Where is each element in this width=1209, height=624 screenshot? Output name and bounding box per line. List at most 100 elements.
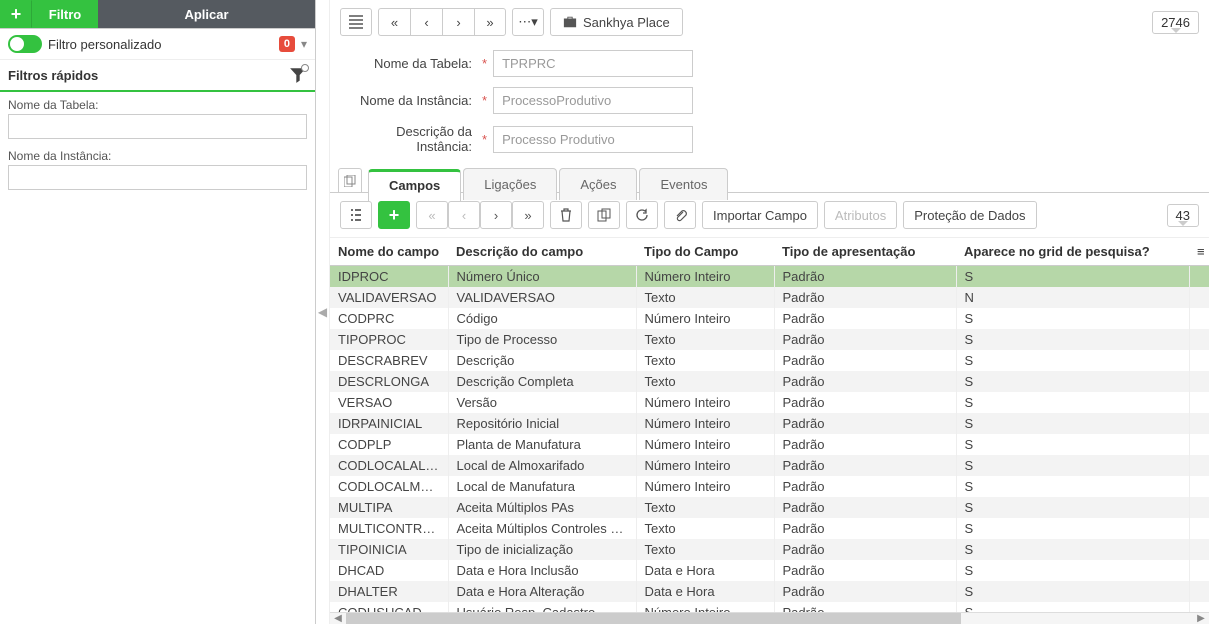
table-cell: VALIDAVERSAO <box>330 287 448 308</box>
aplicar-button[interactable]: Aplicar <box>98 0 315 28</box>
table-cell: Número Inteiro <box>636 476 774 497</box>
column-header[interactable]: Tipo de apresentação <box>774 238 956 266</box>
filter-tabela-input[interactable] <box>8 114 307 139</box>
pane-resize-handle[interactable]: ◀ <box>316 0 330 624</box>
nav-last-icon[interactable]: » <box>474 8 506 36</box>
table-cell: Padrão <box>774 476 956 497</box>
table-row[interactable]: VALIDAVERSAOVALIDAVERSAOTextoPadrãoN <box>330 287 1209 308</box>
table-cell: Padrão <box>774 455 956 476</box>
column-header[interactable]: Aparece no grid de pesquisa? <box>956 238 1189 266</box>
form-descricao-value[interactable]: Processo Produtivo <box>493 126 693 153</box>
nav-group: « ‹ › » <box>378 8 506 36</box>
grid-view-icon[interactable] <box>340 8 372 36</box>
table-row[interactable]: DHALTERData e Hora AlteraçãoData e HoraP… <box>330 581 1209 602</box>
filtro-button[interactable]: Filtro <box>32 0 98 28</box>
sub-nav-next-icon[interactable]: › <box>480 201 512 229</box>
filter-tabela-label: Nome da Tabela: <box>8 98 307 112</box>
table-row[interactable]: CODPLPPlanta de ManufaturaNúmero Inteiro… <box>330 434 1209 455</box>
table-row[interactable]: CODUSUCADUsuário Resp. CadastroNúmero In… <box>330 602 1209 612</box>
grid-wrap[interactable]: Nome do campoDescrição do campoTipo do C… <box>330 238 1209 612</box>
custom-filter-toggle[interactable] <box>8 35 42 53</box>
list-view-icon[interactable] <box>340 201 372 229</box>
table-cell: Padrão <box>774 266 956 288</box>
protecao-dados-button[interactable]: Proteção de Dados <box>903 201 1036 229</box>
table-cell: Padrão <box>774 413 956 434</box>
required-marker: * <box>482 93 487 108</box>
table-row[interactable]: CODLOCALMANULocal de ManufaturaNúmero In… <box>330 476 1209 497</box>
table-cell: Padrão <box>774 392 956 413</box>
add-row-button[interactable]: + <box>378 201 410 229</box>
table-row[interactable]: DESCRLONGADescrição CompletaTextoPadrãoS <box>330 371 1209 392</box>
copy-icon[interactable] <box>338 168 362 192</box>
custom-filter-row: Filtro personalizado 0 ▾ <box>0 29 315 60</box>
sidebar: + Filtro Aplicar Filtro personalizado 0 … <box>0 0 316 624</box>
atributos-button[interactable]: Atributos <box>824 201 897 229</box>
more-actions-icon[interactable]: ⋯▾ <box>512 8 544 36</box>
table-row[interactable]: DHCADData e Hora InclusãoData e HoraPadr… <box>330 560 1209 581</box>
table-cell: MULTICONTROLE <box>330 518 448 539</box>
table-row[interactable]: IDPROCNúmero ÚnicoNúmero InteiroPadrãoS <box>330 266 1209 288</box>
horizontal-scrollbar[interactable]: ◀ ▶ <box>330 612 1209 624</box>
custom-filter-label: Filtro personalizado <box>48 37 161 52</box>
table-cell: Número Inteiro <box>636 308 774 329</box>
table-cell: VERSAO <box>330 392 448 413</box>
briefcase-icon <box>563 15 577 29</box>
table-row[interactable]: CODLOCALALMOXLocal de AlmoxarifadoNúmero… <box>330 455 1209 476</box>
duplicate-icon[interactable] <box>588 201 620 229</box>
table-cell: S <box>956 602 1189 612</box>
table-cell: Padrão <box>774 602 956 612</box>
table-row[interactable]: TIPOPROCTipo de ProcessoTextoPadrãoS <box>330 329 1209 350</box>
table-row[interactable]: TIPOINICIATipo de inicializaçãoTextoPadr… <box>330 539 1209 560</box>
sankhya-place-button[interactable]: Sankhya Place <box>550 8 683 36</box>
attachment-icon[interactable] <box>664 201 696 229</box>
table-cell: Número Inteiro <box>636 602 774 612</box>
table-cell: CODLOCALMANU <box>330 476 448 497</box>
table-row[interactable]: IDRPAINICIALRepositório InicialNúmero In… <box>330 413 1209 434</box>
table-cell: S <box>956 266 1189 288</box>
table-cell: Data e Hora <box>636 560 774 581</box>
column-menu-icon[interactable]: ≡ <box>1189 238 1209 266</box>
column-header[interactable]: Descrição do campo <box>448 238 636 266</box>
table-cell: Número Inteiro <box>636 455 774 476</box>
table-cell: Padrão <box>774 434 956 455</box>
table-row[interactable]: DESCRABREVDescriçãoTextoPadrãoS <box>330 350 1209 371</box>
delete-icon[interactable] <box>550 201 582 229</box>
table-row[interactable]: VERSAOVersãoNúmero InteiroPadrãoS <box>330 392 1209 413</box>
table-cell: S <box>956 434 1189 455</box>
refresh-icon[interactable] <box>626 201 658 229</box>
table-cell: S <box>956 476 1189 497</box>
chevron-down-icon[interactable]: ▾ <box>301 37 307 51</box>
tabs-area: CamposLigaçõesAçõesEventos <box>330 168 1209 193</box>
table-cell: Data e Hora Inclusão <box>448 560 636 581</box>
table-cell: Padrão <box>774 518 956 539</box>
table-cell: Número Inteiro <box>636 413 774 434</box>
funnel-icon[interactable] <box>289 66 307 84</box>
add-filter-button[interactable]: + <box>0 0 32 28</box>
nav-prev-icon[interactable]: ‹ <box>410 8 442 36</box>
table-row[interactable]: MULTICONTROLEAceita Múltiplos Controles … <box>330 518 1209 539</box>
table-cell: MULTIPA <box>330 497 448 518</box>
table-cell: Padrão <box>774 329 956 350</box>
sub-nav-prev-icon[interactable]: ‹ <box>448 201 480 229</box>
form-tabela-value[interactable]: TPRPRC <box>493 50 693 77</box>
table-cell: TIPOINICIA <box>330 539 448 560</box>
table-cell: S <box>956 560 1189 581</box>
sub-nav-first-icon[interactable]: « <box>416 201 448 229</box>
table-row[interactable]: MULTIPAAceita Múltiplos PAsTextoPadrãoS <box>330 497 1209 518</box>
tab-campos[interactable]: Campos <box>368 169 461 201</box>
column-header[interactable]: Nome do campo <box>330 238 448 266</box>
importar-campo-button[interactable]: Importar Campo <box>702 201 818 229</box>
table-row[interactable]: CODPRCCódigoNúmero InteiroPadrãoS <box>330 308 1209 329</box>
sub-nav-last-icon[interactable]: » <box>512 201 544 229</box>
table-cell: Tipo de Processo <box>448 329 636 350</box>
form-instancia-label: Nome da Instância: <box>340 93 480 108</box>
nav-first-icon[interactable]: « <box>378 8 410 36</box>
table-cell: Padrão <box>774 497 956 518</box>
table-cell: Padrão <box>774 308 956 329</box>
nav-next-icon[interactable]: › <box>442 8 474 36</box>
form-instancia-value[interactable]: ProcessoProdutivo <box>493 87 693 114</box>
table-cell: S <box>956 581 1189 602</box>
filter-instancia-input[interactable] <box>8 165 307 190</box>
table-cell: Usuário Resp. Cadastro <box>448 602 636 612</box>
column-header[interactable]: Tipo do Campo <box>636 238 774 266</box>
